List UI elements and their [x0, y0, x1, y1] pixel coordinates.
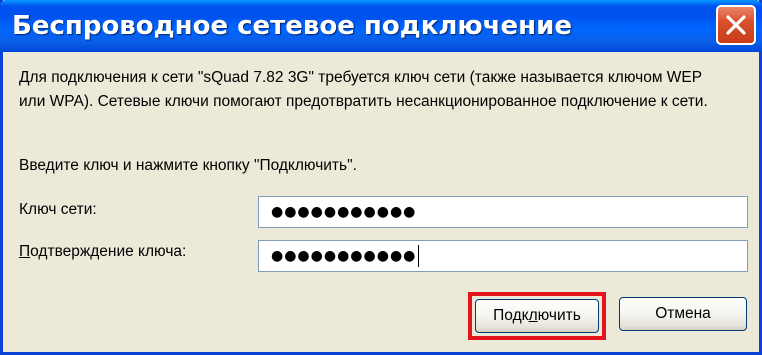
dialog-body: Для подключения к сети "sQuad 7.82 3G" т… [3, 52, 759, 352]
dialog-window: Беспроводное сетевое подключение Для под… [0, 0, 762, 355]
confirm-key-input[interactable]: ●●●●●●●●●●● [258, 240, 748, 272]
confirm-key-label: Подтверждение ключа: [19, 240, 186, 264]
info-message: Для подключения к сети "sQuad 7.82 3G" т… [19, 69, 708, 110]
confirm-key-label-mnemonic: П [19, 243, 31, 260]
confirm-key-value: ●●●●●●●●●●● [271, 248, 417, 264]
network-key-label: Ключ сети: [19, 201, 97, 218]
network-key-input[interactable]: ●●●●●●●●●●● [258, 196, 748, 228]
window-title: Беспроводное сетевое подключение [12, 11, 572, 41]
confirm-key-label-text: одтверждение ключа: [30, 243, 187, 260]
cancel-button[interactable]: Отмена [619, 297, 747, 331]
close-icon [726, 15, 746, 35]
connect-button-label-pre: Подк [493, 307, 529, 324]
connect-button[interactable]: Подключить [475, 299, 599, 333]
connect-button-mnemonic: л [528, 307, 538, 324]
text-caret [418, 245, 420, 267]
instruction-text: Введите ключ и нажмите кнопку "Подключит… [19, 157, 357, 174]
network-key-value: ●●●●●●●●●●● [271, 204, 417, 220]
connect-button-label-post: ючить [537, 307, 581, 324]
close-button[interactable] [716, 5, 756, 45]
title-bar[interactable]: Беспроводное сетевое подключение [0, 0, 762, 52]
